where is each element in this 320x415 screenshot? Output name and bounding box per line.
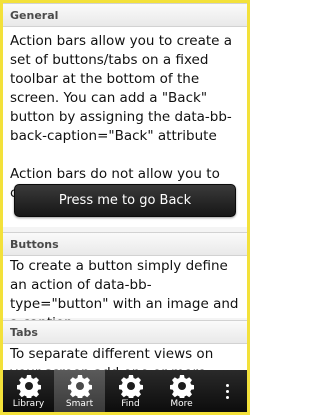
section-header-general: General: [3, 3, 247, 27]
tab-label: More: [170, 399, 193, 409]
section-body-buttons: To create a button simply define an acti…: [3, 256, 247, 331]
section-title: Tabs: [10, 326, 38, 339]
tab-label: Smart: [65, 399, 94, 409]
section-body-tabs: To separate different views on your scre…: [3, 344, 247, 370]
content-scroll-area[interactable]: General Action bars allow you to create …: [3, 3, 247, 370]
section-title: General: [10, 9, 59, 22]
screen: General Action bars allow you to create …: [3, 3, 247, 412]
gear-icon: [118, 375, 143, 398]
paragraph: To separate different views on your scre…: [10, 346, 214, 370]
gear-icon: [169, 375, 194, 398]
gear-icon: [67, 375, 92, 398]
tab-smart[interactable]: Smart: [54, 370, 105, 412]
tab-label: Library: [12, 399, 45, 409]
tab-more[interactable]: More: [156, 370, 207, 412]
back-button[interactable]: Press me to go Back: [14, 184, 236, 217]
action-bar: Library Smart Find More: [3, 370, 247, 412]
section-header-tabs: Tabs: [3, 320, 247, 344]
overflow-menu-button[interactable]: [207, 370, 247, 412]
device-frame: General Action bars allow you to create …: [0, 0, 250, 415]
tab-label: Find: [121, 399, 140, 409]
tab-library[interactable]: Library: [3, 370, 54, 412]
section-title: Buttons: [10, 238, 59, 251]
paragraph: Action bars allow you to create a set of…: [10, 33, 233, 144]
gear-icon: [16, 375, 41, 398]
tab-find[interactable]: Find: [105, 370, 156, 412]
section-header-buttons: Buttons: [3, 232, 247, 256]
overflow-menu-icon: [225, 383, 229, 399]
